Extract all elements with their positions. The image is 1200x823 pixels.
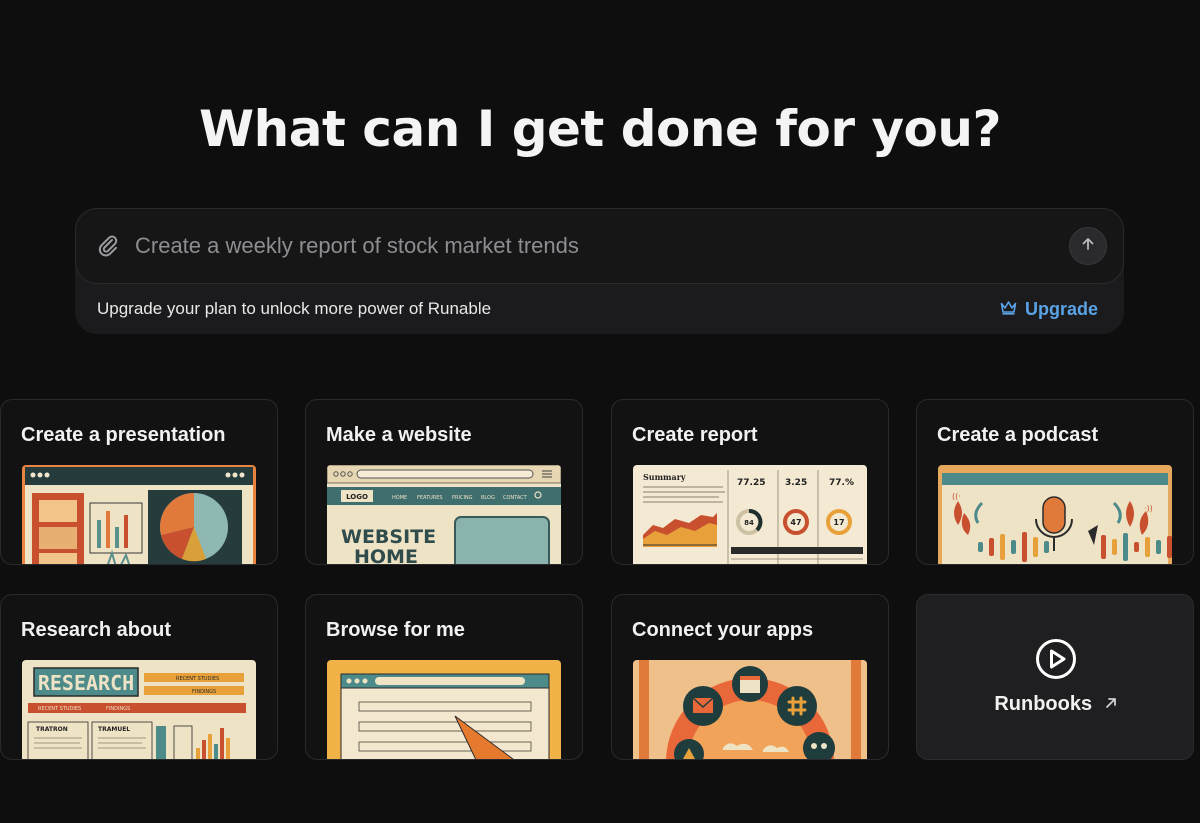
svg-text:FINDINGS: FINDINGS <box>106 706 130 712</box>
composer: Upgrade your plan to unlock more power o… <box>75 208 1124 334</box>
thumb-logo-text: LOGO <box>346 493 368 501</box>
prompt-input[interactable] <box>135 227 1035 265</box>
card-title: Create report <box>632 424 758 446</box>
thumb-home-text: HOME <box>354 546 418 565</box>
arrow-up-right-icon <box>1104 693 1118 716</box>
svg-text:TRATRON: TRATRON <box>36 726 68 733</box>
crown-icon <box>1000 299 1017 320</box>
svg-text:RECENT STUDIES: RECENT STUDIES <box>176 676 219 682</box>
sound-wave-bar <box>1033 537 1038 557</box>
svg-text:TRAMUEL: TRAMUEL <box>98 726 130 733</box>
card-title: Create a podcast <box>937 424 1099 446</box>
svg-text:·)): ·)) <box>1144 504 1153 513</box>
sound-wave-bar <box>1000 534 1005 560</box>
research-thumbnail: RESEARCH RECENT STUDIES FINDINGS RECENT … <box>22 660 256 759</box>
svg-text:PRICING: PRICING <box>452 495 473 501</box>
card-make-website[interactable]: Make a website LOGO HOME FEATURES PRICIN… <box>305 399 583 565</box>
sound-wave-bar <box>1145 537 1150 557</box>
website-thumbnail: LOGO HOME FEATURES PRICING BLOG CONTACT … <box>327 465 561 565</box>
sound-wave-bar <box>1101 535 1106 559</box>
thumb-summary-text: Summary <box>643 472 686 482</box>
upgrade-button[interactable]: Upgrade <box>1000 297 1098 321</box>
play-circle-icon <box>1034 637 1078 686</box>
arrow-up-icon <box>1080 236 1096 257</box>
browse-thumbnail <box>327 660 561 759</box>
svg-text:17: 17 <box>833 518 844 527</box>
svg-text:77.%: 77.% <box>829 478 854 488</box>
sound-wave-bar <box>989 538 994 556</box>
sound-wave-bar <box>978 542 983 552</box>
upgrade-note: Upgrade your plan to unlock more power o… <box>97 299 492 318</box>
svg-text:CONTACT: CONTACT <box>503 495 528 501</box>
card-title: Connect your apps <box>632 619 814 641</box>
sound-wave-bar <box>1044 541 1049 553</box>
sound-wave-bar <box>1123 533 1128 561</box>
svg-text:((·: ((· <box>952 492 961 501</box>
thumb-research-text: RESEARCH <box>38 671 134 695</box>
svg-text:RECENT STUDIES: RECENT STUDIES <box>38 706 81 712</box>
svg-text:47: 47 <box>790 518 801 527</box>
card-title: Make a website <box>326 424 472 446</box>
card-connect-apps[interactable]: Connect your apps <box>611 594 889 760</box>
thumb-website-text: WEBSITE <box>341 526 436 548</box>
sound-wave-bar <box>1156 540 1161 554</box>
svg-text:BLOG: BLOG <box>481 495 495 501</box>
card-research-about[interactable]: Research about RESEARCH RECENT STUDIES F… <box>0 594 278 760</box>
report-thumbnail: Summary 77.25 3.25 77.% 84 47 17 <box>633 465 867 564</box>
sound-wave-bar <box>1167 536 1172 558</box>
svg-text:84: 84 <box>744 519 754 527</box>
svg-text:FEATURES: FEATURES <box>417 495 443 501</box>
runbooks-card[interactable]: Runbooks <box>916 594 1194 760</box>
svg-text:HOME: HOME <box>392 495 407 501</box>
upgrade-label: Upgrade <box>1025 298 1099 319</box>
sound-wave-bar <box>1022 532 1027 562</box>
sound-wave-bar <box>1134 542 1139 552</box>
page-title: What can I get done for you? <box>199 100 1001 158</box>
card-create-podcast[interactable]: Create a podcast ((· ·)) <box>916 399 1194 565</box>
presentation-thumbnail <box>22 465 256 564</box>
send-button[interactable] <box>1069 227 1107 265</box>
card-title: Research about <box>21 619 172 641</box>
svg-text:77.25: 77.25 <box>737 478 765 488</box>
runbooks-label-row: Runbooks <box>917 693 1193 716</box>
svg-text:3.25: 3.25 <box>785 478 807 488</box>
sound-wave-bar <box>1011 540 1016 554</box>
paperclip-icon[interactable] <box>96 233 120 259</box>
sound-wave-bar <box>1112 539 1117 555</box>
card-create-report[interactable]: Create report Summary 77.25 3.25 77.% 84… <box>611 399 889 565</box>
card-title: Create a presentation <box>21 424 226 446</box>
card-browse-for-me[interactable]: Browse for me <box>305 594 583 760</box>
connect-apps-thumbnail <box>633 660 867 759</box>
svg-text:FINDINGS: FINDINGS <box>192 689 216 695</box>
prompt-bar <box>75 208 1124 284</box>
card-title: Browse for me <box>326 619 465 641</box>
podcast-thumbnail: ((· ·)) <box>938 465 1172 564</box>
card-create-presentation[interactable]: Create a presentation <box>0 399 278 565</box>
runbooks-label: Runbooks <box>994 693 1093 715</box>
